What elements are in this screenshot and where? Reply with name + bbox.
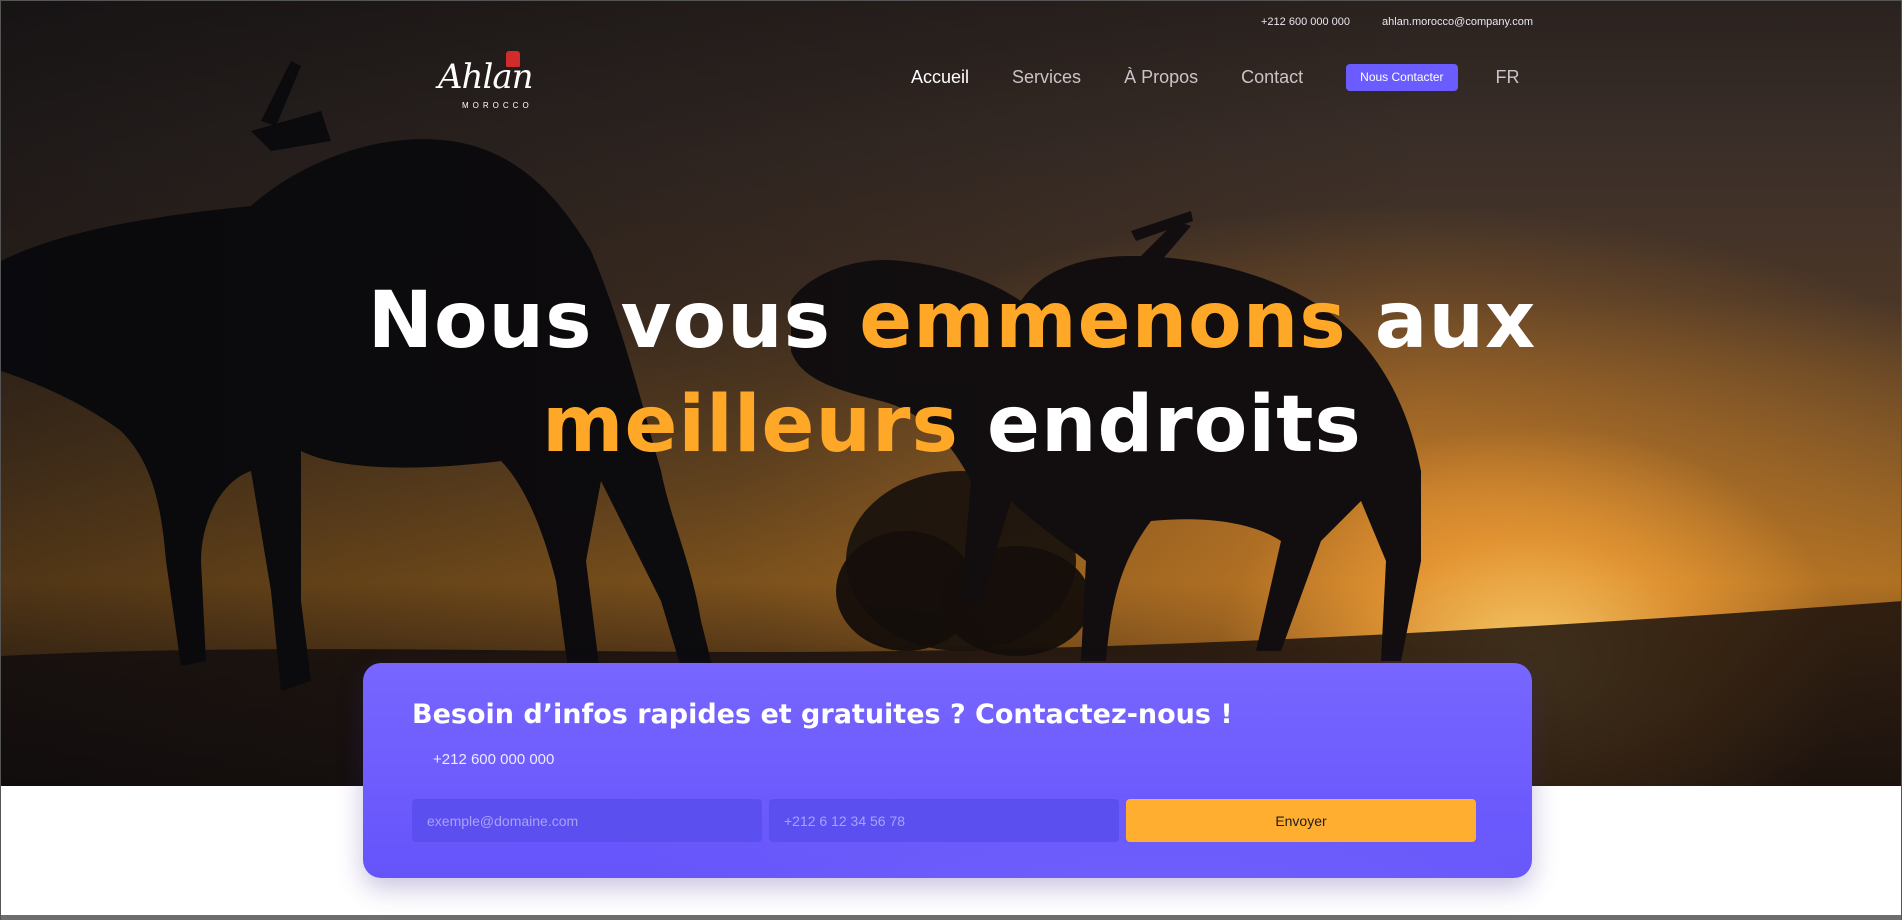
main-nav: Accueil Services À Propos Contact Nous C… <box>911 63 1520 91</box>
window-bottom-edge <box>1 915 1901 920</box>
nav-item-contact[interactable]: Contact <box>1241 67 1303 88</box>
send-button[interactable]: Envoyer <box>1126 799 1476 842</box>
contact-card: Besoin d’infos rapides et gratuites ? Co… <box>363 663 1532 878</box>
contact-us-button[interactable]: Nous Contacter <box>1346 63 1458 91</box>
headline-part: Nous vous <box>367 276 860 366</box>
nav-item-accueil[interactable]: Accueil <box>911 67 969 88</box>
email-field[interactable] <box>412 799 762 842</box>
headline-accent: meilleurs <box>542 380 959 470</box>
nav-item-a-propos[interactable]: À Propos <box>1124 67 1198 88</box>
topbar-email[interactable]: ahlan.morocco@company.com <box>1382 16 1533 28</box>
contact-card-phone[interactable]: +212 600 000 000 <box>433 751 554 768</box>
logo-script-text: Ahlan <box>438 57 533 97</box>
logo-subtitle: MOROCCO <box>462 101 533 110</box>
contact-card-title: Besoin d’infos rapides et gratuites ? Co… <box>412 699 1233 730</box>
hero-headline: Nous vous emmenons aux meilleurs endroit… <box>1 269 1901 477</box>
phone-field[interactable] <box>769 799 1119 842</box>
topbar-phone[interactable]: +212 600 000 000 <box>1261 16 1350 28</box>
headline-accent: emmenons <box>859 276 1347 366</box>
site-logo[interactable]: Ahlan MOROCCO <box>428 39 540 115</box>
nav-item-services[interactable]: Services <box>1012 67 1081 88</box>
language-switcher[interactable]: FR <box>1496 67 1520 88</box>
headline-part: aux <box>1346 276 1537 366</box>
top-contact-bar: +212 600 000 000 ahlan.morocco@company.c… <box>1261 16 1533 28</box>
page: +212 600 000 000 ahlan.morocco@company.c… <box>0 0 1902 920</box>
headline-part: endroits <box>958 380 1362 470</box>
